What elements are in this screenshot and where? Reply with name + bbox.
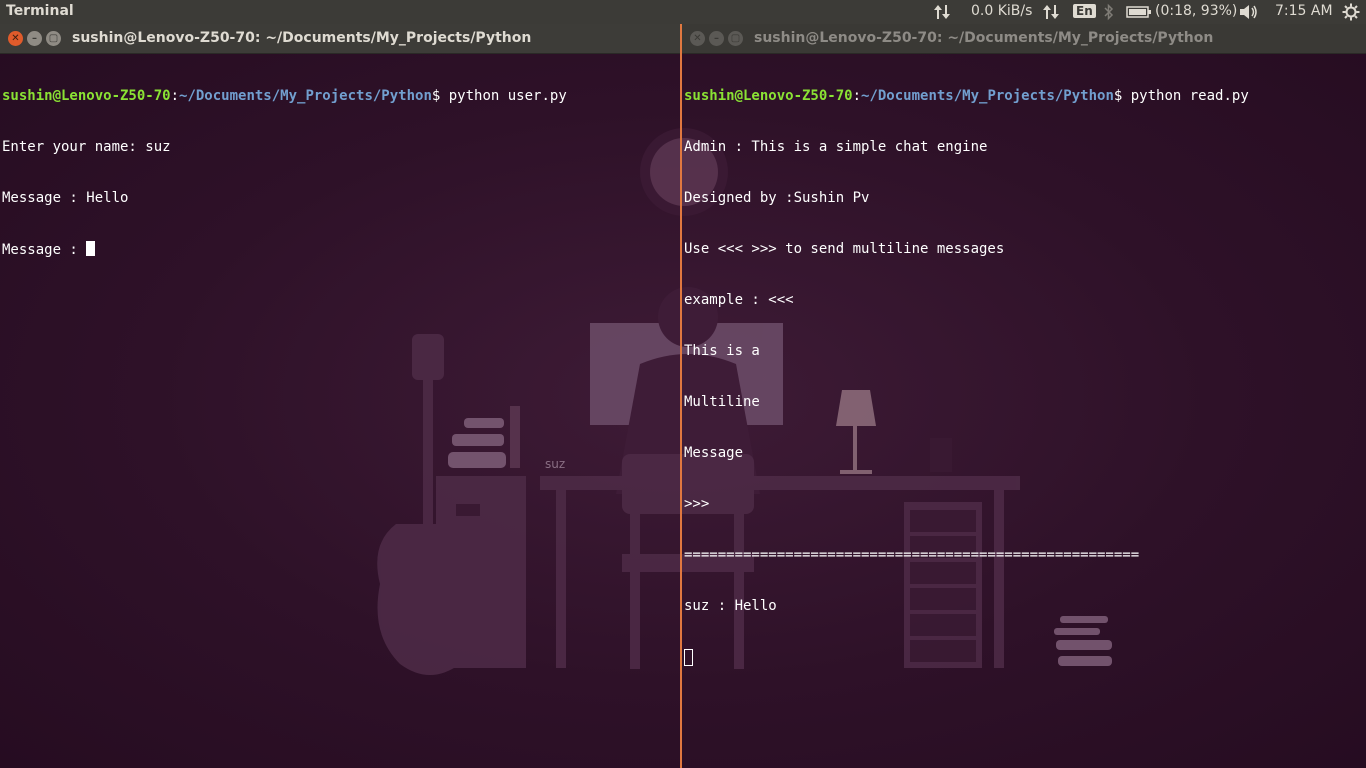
keyboard-layout-indicator[interactable]: En — [1073, 4, 1096, 18]
window-divider — [680, 24, 682, 768]
window-title: sushin@Lenovo-Z50-70: ~/Documents/My_Pro… — [72, 30, 532, 46]
terminal-output[interactable]: sushin@Lenovo-Z50-70:~/Documents/My_Proj… — [0, 54, 682, 768]
cursor-line — [684, 649, 1366, 666]
output-line: example : <<< — [684, 292, 794, 308]
top-panel: Terminal 0.0 KiB/s En (0:18, 93%) 7:15 A… — [0, 0, 1366, 24]
prompt-line: sushin@Lenovo-Z50-70:~/Documents/My_Proj… — [2, 88, 682, 105]
network-manager-icon[interactable] — [1043, 3, 1059, 21]
clock[interactable]: 7:15 AM — [1275, 3, 1333, 19]
output-line: Message — [684, 445, 744, 461]
title-bar[interactable]: ✕ – ▢ sushin@Lenovo-Z50-70: ~/Documents/… — [0, 24, 682, 54]
minimize-button[interactable]: – — [709, 31, 724, 46]
prompt-user: sushin@Lenovo-Z50-70 — [684, 88, 853, 104]
minimize-button[interactable]: – — [27, 31, 42, 46]
text-cursor — [684, 649, 693, 666]
terminal-output[interactable]: sushin@Lenovo-Z50-70:~/Documents/My_Proj… — [682, 54, 1366, 768]
maximize-button[interactable]: ▢ — [728, 31, 743, 46]
battery-status[interactable]: (0:18, 93%) — [1155, 3, 1237, 19]
output-line: This is a — [684, 343, 760, 359]
bluetooth-icon[interactable] — [1103, 3, 1115, 21]
output-line: Message : Hello — [2, 190, 129, 206]
prompt-line: sushin@Lenovo-Z50-70:~/Documents/My_Proj… — [684, 88, 1366, 105]
window-title: sushin@Lenovo-Z50-70: ~/Documents/My_Pro… — [754, 30, 1214, 46]
prompt-separator: : — [852, 88, 862, 104]
input-line[interactable]: Message : — [2, 241, 682, 258]
prompt-path: ~/Documents/My_Projects/Python — [861, 88, 1114, 104]
output-line: Designed by :Sushin Pv — [684, 190, 870, 206]
prompt-separator: : — [170, 88, 180, 104]
terminal-window-reader[interactable]: ✕ – ▢ sushin@Lenovo-Z50-70: ~/Documents/… — [682, 24, 1366, 768]
prompt-command: $ python user.py — [431, 88, 567, 104]
output-line: Use <<< >>> to send multiline messages — [684, 241, 1005, 257]
output-line: Enter your name: suz — [2, 139, 171, 155]
close-button[interactable]: ✕ — [8, 31, 23, 46]
terminal-window-user[interactable]: ✕ – ▢ sushin@Lenovo-Z50-70: ~/Documents/… — [0, 24, 682, 768]
active-app-name: Terminal — [6, 3, 74, 19]
prompt-user: sushin@Lenovo-Z50-70 — [2, 88, 171, 104]
chat-message-line: suz : Hello — [684, 598, 777, 614]
prompt-command: $ python read.py — [1113, 88, 1249, 104]
close-button[interactable]: ✕ — [690, 31, 705, 46]
maximize-button[interactable]: ▢ — [46, 31, 61, 46]
title-bar[interactable]: ✕ – ▢ sushin@Lenovo-Z50-70: ~/Documents/… — [682, 24, 1366, 54]
output-line: >>> — [684, 496, 710, 512]
volume-icon[interactable] — [1239, 4, 1259, 20]
text-cursor — [86, 241, 96, 256]
network-speed[interactable]: 0.0 KiB/s — [971, 3, 1032, 19]
message-prompt: Message : — [2, 242, 87, 258]
network-arrows-icon[interactable] — [934, 3, 950, 21]
output-line: Multiline — [684, 394, 760, 410]
battery-icon[interactable] — [1126, 6, 1152, 18]
settings-gear-icon[interactable] — [1342, 3, 1360, 21]
prompt-path: ~/Documents/My_Projects/Python — [179, 88, 432, 104]
separator-line: ========================================… — [684, 547, 1140, 563]
output-line: Admin : This is a simple chat engine — [684, 139, 988, 155]
